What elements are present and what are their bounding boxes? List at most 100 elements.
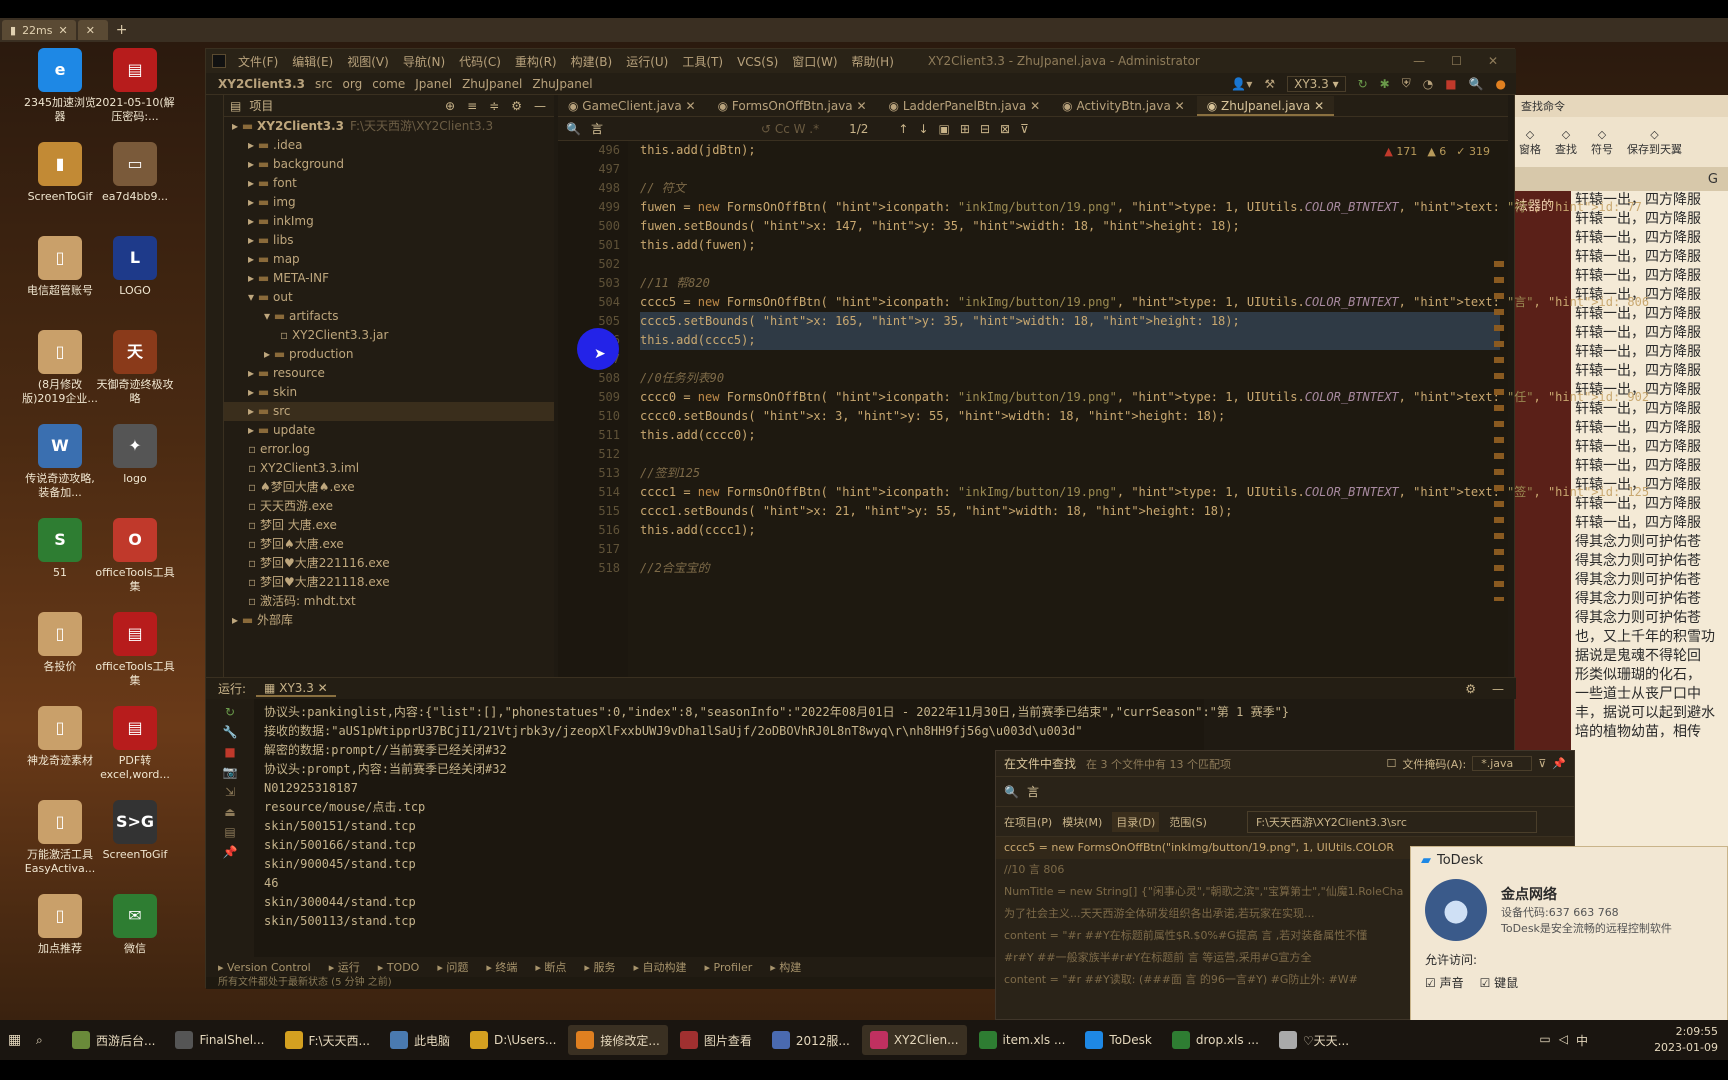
tool-window-button[interactable]: ▸ 服务 [584,959,615,975]
editor-tab[interactable]: ◉ FormsOnOffBtn.java ✕ [708,96,877,116]
menu-item[interactable]: 代码(C) [459,55,501,69]
browser-tab[interactable]: ✕ [77,20,108,40]
close-icon[interactable]: ✕ [86,24,95,37]
desktop-icon[interactable]: e 2345加速浏览器 [20,48,100,124]
code-line[interactable]: //11 帮820 [640,274,1500,293]
breadcrumb-item[interactable]: Jpanel [415,77,452,91]
scope-tab[interactable]: 模块(M) [1062,814,1102,830]
desktop-icon[interactable]: ▤ 2021-05-10(解压密码:... [95,48,175,124]
code-line[interactable]: cccc0 = new FormsOnOffBtn( "hint">iconpa… [640,388,1649,407]
tree-item[interactable]: ▾ ▬ artifacts [224,307,554,326]
desktop-icon[interactable]: ▯ 神龙奇迹素材 [20,706,100,768]
tool-window-button[interactable]: ▸ Version Control [218,961,311,974]
taskbar-item[interactable]: XY2Clien... [861,1025,967,1055]
run-config-select[interactable]: XY3.3 ▾ [1287,75,1346,92]
desktop-icon[interactable]: ▯ 各投价 [20,612,100,674]
directory-input[interactable]: F:\天天西游\XY2Client3.3\src [1246,810,1537,833]
desktop-icon[interactable]: ▭ ea7d4bb9... [95,142,175,204]
line-number[interactable]: 509 [558,388,628,407]
line-number[interactable]: 517 [558,540,628,559]
menu-item[interactable]: VCS(S) [737,55,778,69]
close-icon[interactable]: ✕ [853,99,866,113]
menu-item[interactable]: 运行(U) [626,55,668,69]
line-number[interactable]: 496 [558,141,628,160]
taskbar-item[interactable]: ♡天天... [1271,1025,1357,1055]
tree-item[interactable]: ▫ 梦回♥大唐221116.exe [224,554,554,573]
tree-item[interactable]: ▸ ▬ map [224,250,554,269]
tool-window-button[interactable]: ▸ Profiler [704,961,752,974]
close-icon[interactable]: ✕ [1026,99,1040,113]
tool-window-button[interactable]: ▸ 断点 [535,959,566,975]
remove-selection-icon[interactable]: ⊟ [980,122,990,136]
line-number[interactable]: 499 [558,198,628,217]
desktop-icon[interactable]: ▤ officeTools工具集 [95,612,175,688]
menu-item[interactable]: 视图(V) [347,55,389,69]
line-number[interactable]: 514 [558,483,628,502]
tree-item[interactable]: ▸ ▬ font [224,174,554,193]
tree-item[interactable]: ▾ ▬ out [224,288,554,307]
editor-tab[interactable]: ◉ ZhuJpanel.java ✕ [1196,96,1335,116]
browser-tab[interactable]: ▮ 22ms ✕ [2,20,76,40]
filter-icon[interactable]: ⊽ [1538,757,1546,770]
taskbar-item[interactable]: ToDesk [1077,1025,1159,1055]
code-line[interactable]: fuwen = new FormsOnOffBtn( "hint">iconpa… [640,198,1642,217]
line-number[interactable]: 511 [558,426,628,445]
collapse-all-icon[interactable]: ≑ [489,99,499,113]
tree-item[interactable]: ▸ ▬ background [224,155,554,174]
tree-item[interactable]: ▸ ▬ inkImg [224,212,554,231]
ribbon-button[interactable]: ◇ 符号 [1591,128,1613,157]
code-line[interactable]: //签到125 [640,464,1500,483]
error-stripe[interactable] [1494,261,1504,601]
search-command-label[interactable]: 查找命令 [1521,98,1565,114]
tree-item[interactable]: ▸ ▬ production [224,345,554,364]
line-number[interactable]: 512 [558,445,628,464]
stop-icon[interactable]: ■ [1445,77,1456,91]
close-icon[interactable]: ✕ [1488,54,1498,68]
line-number[interactable]: 516 [558,521,628,540]
code-line[interactable]: cccc1.setBounds( "hint">x: 21, "hint">y:… [640,502,1500,521]
wrench-icon[interactable]: 🔧 [223,725,238,739]
build-hammer-icon[interactable]: ⚒ [1264,77,1275,91]
line-number[interactable]: 510 [558,407,628,426]
taskbar-item[interactable]: FinalShel... [167,1025,272,1055]
stop-icon[interactable]: ■ [224,745,235,759]
hide-icon[interactable]: — [1492,682,1504,696]
line-number[interactable]: 508 [558,369,628,388]
editor-tab[interactable]: ◉ GameClient.java ✕ [558,96,706,116]
desktop-icon[interactable]: S>G ScreenToGif [95,800,175,862]
tree-item[interactable]: ▫ 梦回♠大唐.exe [224,535,554,554]
code-editor[interactable]: 4964974984995005015025035045055065075085… [558,141,1649,677]
scope-tab[interactable]: 目录(D) [1112,811,1160,832]
layout-icon[interactable]: ▤ [224,825,235,839]
pin-icon[interactable]: 📌 [223,845,238,859]
ime-indicator[interactable]: 中 [1576,1032,1588,1049]
taskbar-item[interactable]: item.xls ... [971,1025,1074,1055]
file-mask-checkbox[interactable]: ☐ [1387,757,1397,770]
hide-icon[interactable]: — [534,99,546,113]
coverage-icon[interactable]: ⛨ [1402,76,1411,91]
gear-icon[interactable]: ⚙ [1465,682,1476,696]
camera-icon[interactable]: 📷 [223,765,238,779]
line-number[interactable]: 498 [558,179,628,198]
desktop-icon[interactable]: ✦ logo [95,424,175,486]
code-line[interactable] [640,350,1500,369]
close-icon[interactable]: ✕ [682,99,696,113]
find-files-input[interactable]: 言 [1027,783,1039,800]
new-tab-button[interactable]: + [116,22,128,38]
taskbar-item[interactable]: 2012服... [764,1025,858,1055]
close-icon[interactable]: ✕ [1171,99,1185,113]
tree-item[interactable]: ▸ ▬ META-INF [224,269,554,288]
pin-icon[interactable]: 📌 [1552,757,1566,770]
volume-icon[interactable]: ◁ [1559,1032,1568,1049]
line-number[interactable]: 513 [558,464,628,483]
tree-item[interactable]: ▫ 梦回♥大唐221118.exe [224,573,554,592]
code-line[interactable] [640,445,1500,464]
desktop-icon[interactable]: ▯ 加点推荐 [20,894,100,956]
menu-item[interactable]: 重构(R) [515,55,557,69]
debug-icon[interactable]: ✱ [1380,77,1390,91]
ribbon-button[interactable]: ◇ 窗格 [1519,128,1541,157]
desktop-icon[interactable]: 天天御奇迹终极攻略 [95,330,175,406]
tool-window-button[interactable]: ▸ 问题 [437,959,468,975]
clock[interactable]: 2:09:55 2023-01-09 [1654,1024,1718,1056]
desktop-icon[interactable]: S 51 [20,518,100,580]
